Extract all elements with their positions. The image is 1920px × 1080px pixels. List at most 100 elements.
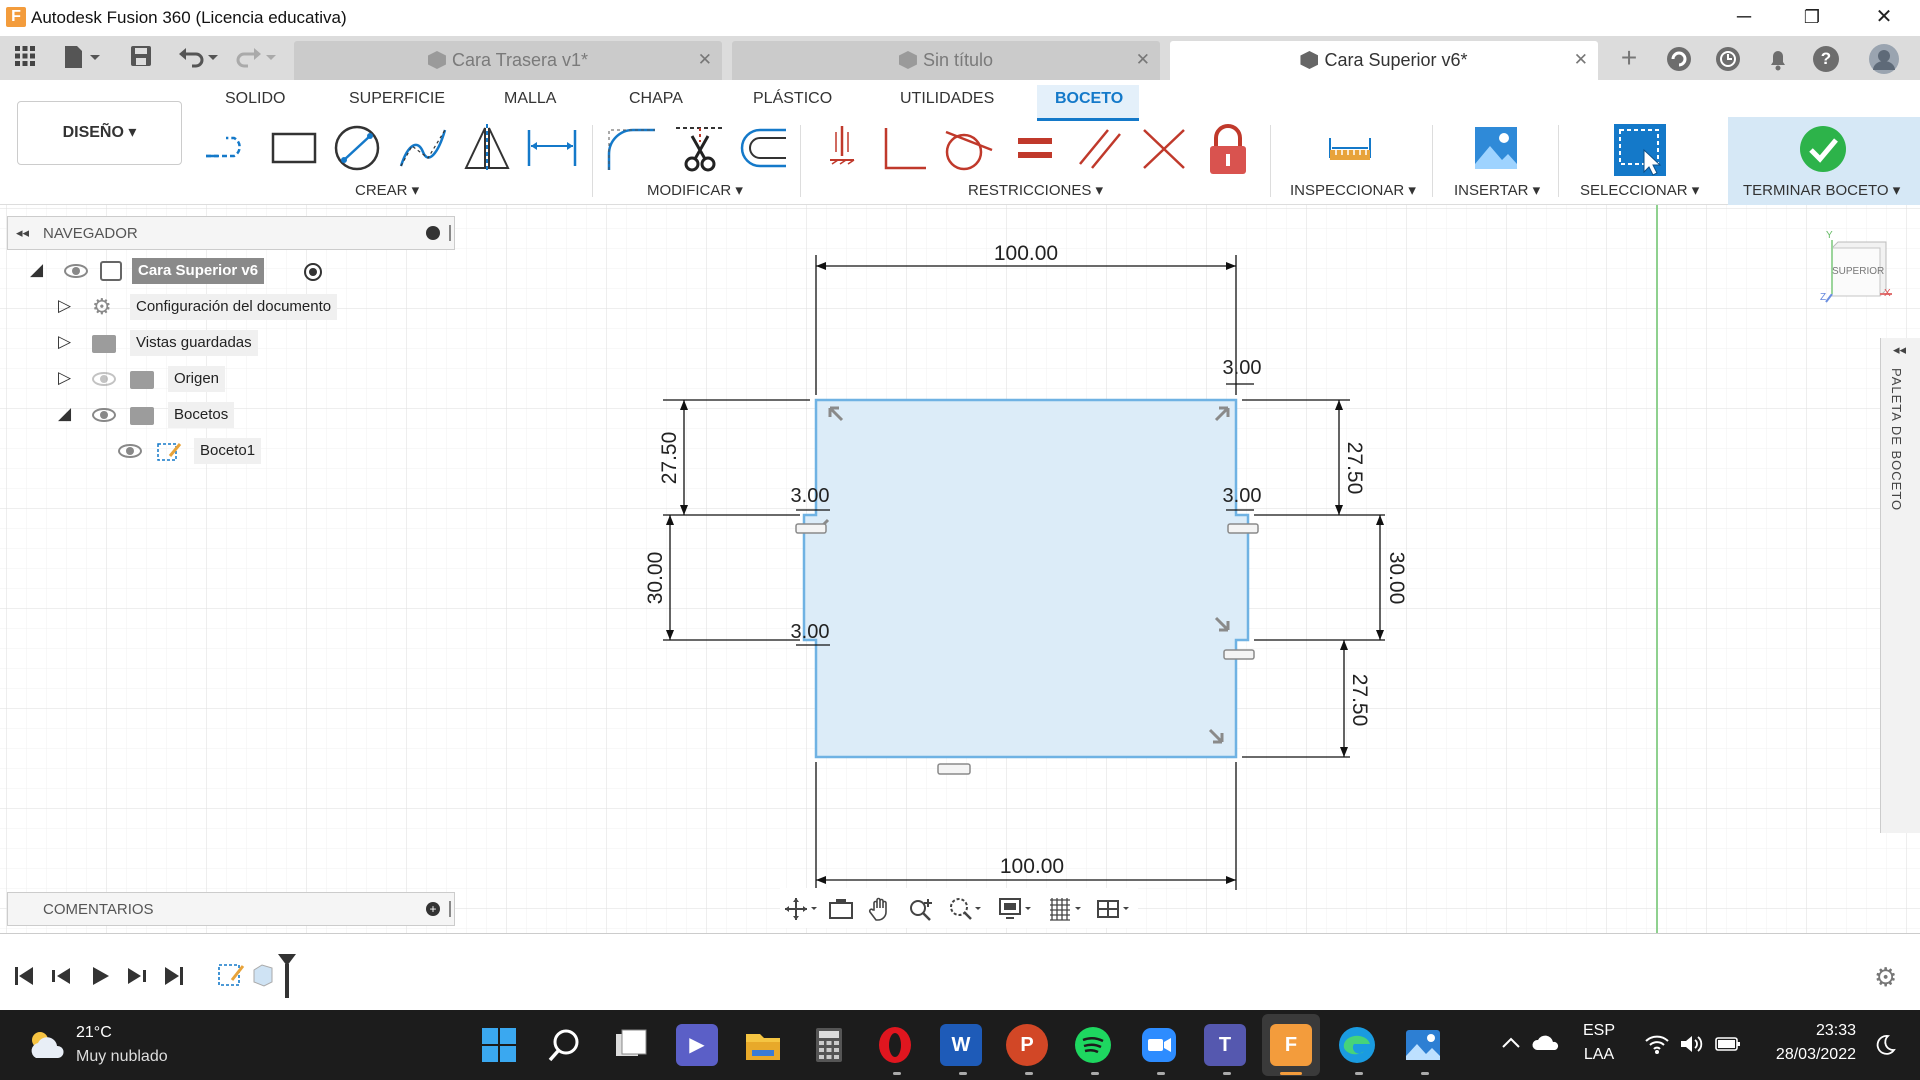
view-cube[interactable]: SUPERIOR X Y Z bbox=[1820, 230, 1896, 304]
insert-group-label[interactable]: INSERTAR ▾ bbox=[1454, 181, 1540, 199]
display-settings-icon[interactable] bbox=[998, 896, 1031, 922]
play-icon[interactable] bbox=[88, 964, 112, 994]
viewports-icon[interactable] bbox=[1096, 896, 1129, 922]
rectangle-tool-icon[interactable] bbox=[270, 124, 318, 172]
task-view-icon[interactable] bbox=[610, 1024, 652, 1071]
teams-app-icon[interactable]: T bbox=[1204, 1024, 1246, 1066]
select-group-label[interactable]: SELECCIONAR ▾ bbox=[1580, 181, 1699, 199]
fusion-app-icon[interactable]: F bbox=[1270, 1024, 1312, 1066]
browser-pin-icon[interactable] bbox=[426, 226, 440, 240]
tab-utilidades[interactable]: UTILIDADES bbox=[900, 90, 994, 108]
panel-handle[interactable] bbox=[449, 225, 451, 241]
clock-time[interactable]: 23:33 bbox=[1756, 1022, 1856, 1040]
offset-tool-icon[interactable] bbox=[736, 124, 786, 172]
visibility-eye-icon[interactable] bbox=[118, 444, 142, 458]
timeline-settings-gear-icon[interactable]: ⚙ bbox=[1874, 962, 1897, 993]
clock-date[interactable]: 28/03/2022 bbox=[1746, 1046, 1856, 1064]
edge-browser-icon[interactable] bbox=[1336, 1024, 1378, 1071]
tangent-constraint-icon[interactable] bbox=[942, 124, 993, 172]
minimize-button[interactable]: ─ bbox=[1714, 2, 1774, 34]
tab-close-icon[interactable]: ✕ bbox=[1574, 50, 1588, 70]
mirror-tool-icon[interactable] bbox=[462, 124, 510, 172]
line-tool-icon[interactable] bbox=[204, 124, 252, 172]
tab-boceto[interactable]: BOCETO bbox=[1055, 90, 1123, 108]
tab-close-icon[interactable]: ✕ bbox=[1136, 50, 1150, 70]
spotify-icon[interactable] bbox=[1072, 1024, 1114, 1071]
start-windows-icon[interactable] bbox=[478, 1024, 520, 1071]
weather-description[interactable]: Muy nublado bbox=[76, 1048, 168, 1066]
volume-icon[interactable] bbox=[1678, 1032, 1704, 1061]
inspect-group-label[interactable]: INSPECCIONAR ▾ bbox=[1290, 181, 1416, 199]
look-at-icon[interactable] bbox=[828, 896, 854, 922]
pan-hand-icon[interactable] bbox=[868, 896, 894, 922]
fillet-tool-icon[interactable] bbox=[605, 124, 655, 172]
visibility-eye-icon[interactable] bbox=[92, 408, 116, 422]
step-forward-icon[interactable] bbox=[124, 964, 148, 994]
expand-arrow-icon[interactable]: ▷ bbox=[58, 368, 71, 388]
constraints-group-label[interactable]: RESTRICCIONES ▾ bbox=[968, 181, 1103, 199]
spline-tool-icon[interactable] bbox=[398, 124, 447, 172]
collapse-arrow-icon[interactable]: ◢ bbox=[58, 404, 71, 424]
tree-item-boceto1[interactable]: Boceto1 bbox=[0, 438, 460, 466]
maximize-button[interactable]: ❐ bbox=[1782, 2, 1842, 34]
tab-malla[interactable]: MALLA bbox=[504, 90, 556, 108]
go-to-start-icon[interactable] bbox=[12, 964, 36, 994]
midpoint-constraint-icon[interactable] bbox=[1140, 124, 1188, 172]
powerpoint-app-icon[interactable]: P bbox=[1006, 1024, 1048, 1066]
redo-icon[interactable] bbox=[236, 44, 280, 72]
tab-cara-trasera[interactable]: Cara Trasera v1* ✕ bbox=[294, 41, 722, 80]
comments-panel-header[interactable]: COMENTARIOS + bbox=[7, 892, 455, 926]
opera-browser-icon[interactable] bbox=[874, 1024, 916, 1071]
user-avatar[interactable] bbox=[1868, 43, 1900, 80]
timeline-sketch-feature-icon[interactable] bbox=[216, 960, 246, 995]
extensions-icon[interactable] bbox=[1665, 45, 1693, 78]
modify-group-label[interactable]: MODIFICAR ▾ bbox=[647, 181, 743, 199]
tree-item-sketches[interactable]: ◢ Bocetos bbox=[0, 402, 460, 430]
sketch-palette-tab[interactable]: ◂◂ PALETA DE BOCETO bbox=[1880, 338, 1920, 833]
orbit-icon[interactable] bbox=[784, 896, 817, 922]
chat-app-icon[interactable]: ▶ bbox=[676, 1024, 718, 1066]
equal-constraint-icon[interactable] bbox=[1012, 124, 1060, 172]
undo-icon[interactable] bbox=[178, 44, 222, 72]
parallel-constraint-icon[interactable] bbox=[1076, 124, 1124, 172]
calculator-icon[interactable] bbox=[808, 1024, 850, 1071]
grid-settings-icon[interactable] bbox=[1048, 896, 1081, 922]
tab-superficie[interactable]: SUPERFICIE bbox=[349, 90, 445, 108]
word-app-icon[interactable]: W bbox=[940, 1024, 982, 1066]
tree-item-document-settings[interactable]: ▷ ⚙ Configuración del documento bbox=[0, 294, 460, 322]
timeline-marker[interactable] bbox=[276, 952, 298, 1005]
new-tab-button[interactable]: + bbox=[1614, 44, 1644, 72]
dimension-tool-icon[interactable] bbox=[526, 124, 577, 172]
tab-close-icon[interactable]: ✕ bbox=[698, 50, 712, 70]
tab-sin-titulo[interactable]: Sin título ✕ bbox=[732, 41, 1160, 80]
close-window-button[interactable]: ✕ bbox=[1854, 2, 1914, 34]
file-explorer-icon[interactable] bbox=[742, 1024, 784, 1071]
timeline-extrude-feature-icon[interactable] bbox=[250, 962, 276, 993]
tab-cara-superior[interactable]: Cara Superior v6* ✕ bbox=[1170, 41, 1598, 80]
notifications-icon[interactable] bbox=[1764, 45, 1792, 78]
go-to-end-icon[interactable] bbox=[162, 964, 186, 994]
select-tool-icon[interactable] bbox=[1614, 124, 1666, 176]
perpendicular-constraint-icon[interactable] bbox=[880, 124, 928, 172]
expand-palette-icon[interactable]: ◂◂ bbox=[1893, 342, 1906, 358]
visibility-eye-icon[interactable] bbox=[64, 264, 88, 278]
collapse-browser-icon[interactable]: ◂◂ bbox=[16, 225, 29, 241]
battery-icon[interactable] bbox=[1714, 1034, 1742, 1059]
zoom-meetings-icon[interactable] bbox=[1138, 1024, 1180, 1071]
coincident-constraint-icon[interactable] bbox=[818, 124, 866, 172]
zoom-icon[interactable] bbox=[908, 896, 934, 922]
language-indicator[interactable]: ESP bbox=[1574, 1022, 1624, 1040]
collapse-arrow-icon[interactable]: ◢ bbox=[30, 260, 43, 280]
weather-temperature[interactable]: 21°C bbox=[76, 1024, 112, 1042]
search-icon[interactable] bbox=[544, 1024, 586, 1071]
wifi-icon[interactable] bbox=[1644, 1032, 1670, 1061]
tab-plastico[interactable]: PLÁSTICO bbox=[753, 90, 832, 108]
add-comment-icon[interactable]: + bbox=[426, 902, 440, 916]
browser-panel-header[interactable]: ◂◂ NAVEGADOR bbox=[7, 216, 455, 250]
tree-item-saved-views[interactable]: ▷ Vistas guardadas bbox=[0, 330, 460, 358]
apps-grid-icon[interactable] bbox=[12, 44, 38, 72]
step-back-icon[interactable] bbox=[50, 964, 74, 994]
trim-tool-icon[interactable] bbox=[674, 124, 724, 172]
weather-cloud-icon[interactable] bbox=[26, 1028, 66, 1067]
tree-item-origin[interactable]: ▷ Origen bbox=[0, 366, 460, 394]
